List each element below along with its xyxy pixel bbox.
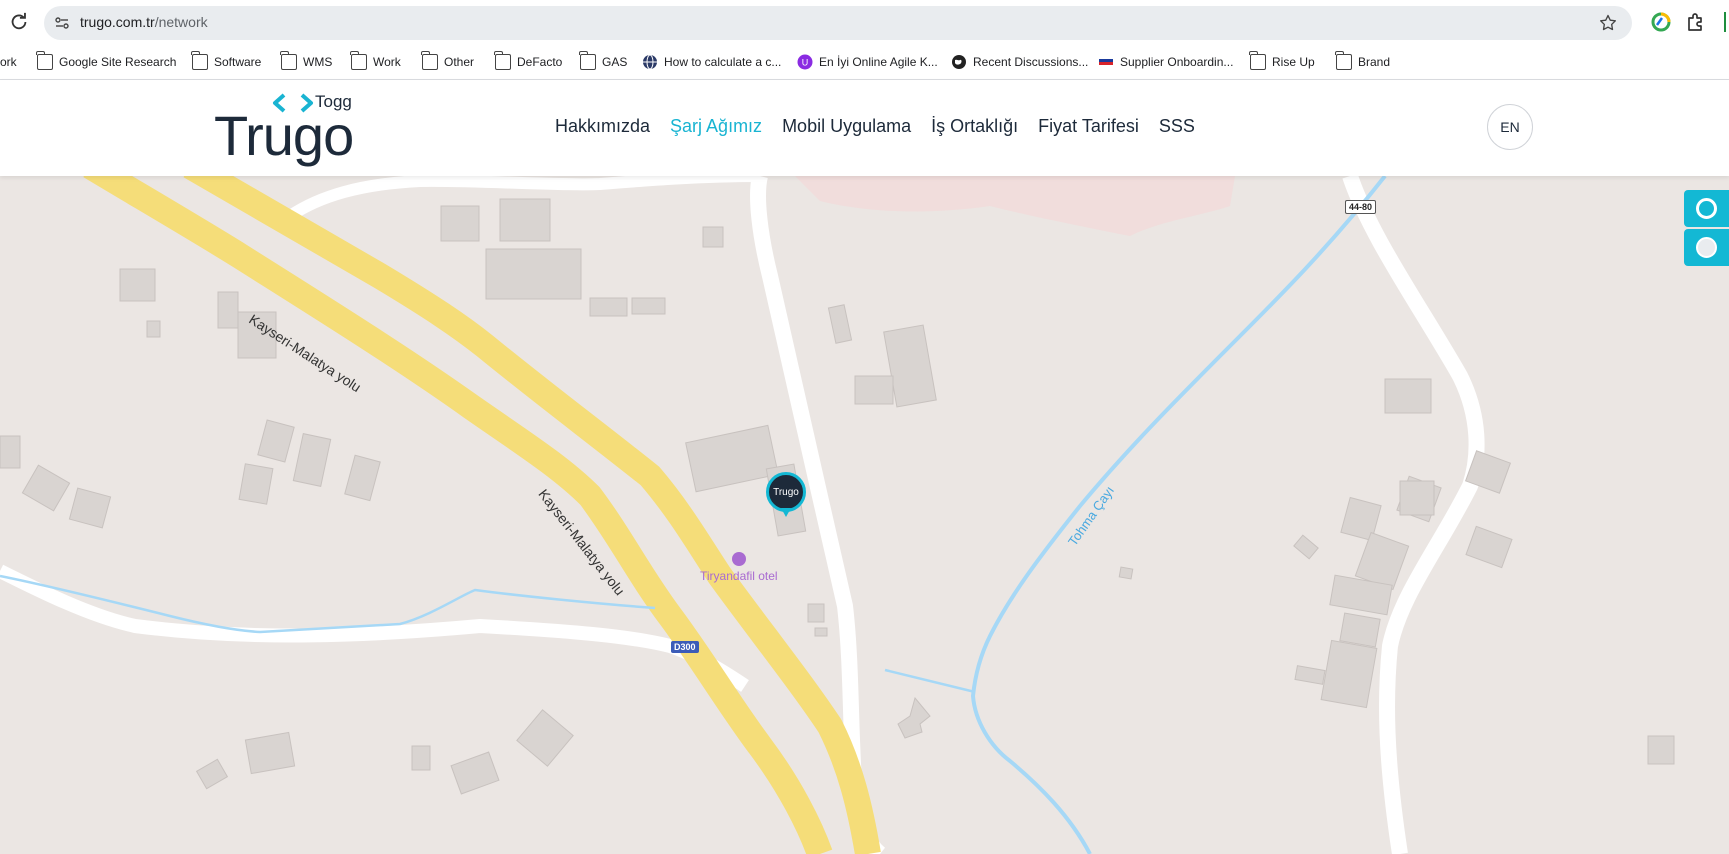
bookmark-ork[interactable]: ork bbox=[0, 52, 17, 72]
globe-icon bbox=[952, 55, 966, 69]
road-shield-4480: 44-80 bbox=[1345, 200, 1377, 214]
map-canvas bbox=[0, 176, 1675, 854]
bookmark-gas[interactable]: GAS bbox=[579, 51, 628, 72]
circle-filled-icon bbox=[1696, 237, 1717, 258]
highway bbox=[83, 176, 833, 854]
bookmark-label: En İyi Online Agile K... bbox=[819, 55, 938, 69]
trugo-logo[interactable]: Togg Trugo bbox=[214, 90, 364, 166]
folder-icon bbox=[36, 51, 53, 70]
folder-icon bbox=[579, 51, 596, 70]
charging-network-map[interactable]: Kayseri-Malatya yolu Kayseri-Malatya yol… bbox=[0, 176, 1729, 854]
bookmark-label: GAS bbox=[602, 55, 628, 69]
map-control-button[interactable] bbox=[1684, 190, 1729, 227]
nav-sss[interactable]: SSS bbox=[1159, 116, 1195, 137]
bookmark-brand[interactable]: Brand bbox=[1335, 51, 1391, 72]
charging-station-marker[interactable]: Trugo bbox=[766, 472, 806, 518]
globe-icon bbox=[643, 54, 657, 70]
poi-label[interactable]: Tiryandafil otel bbox=[700, 569, 778, 583]
pink-area bbox=[795, 176, 1235, 236]
extensions-puzzle-icon[interactable] bbox=[1686, 12, 1706, 32]
stream bbox=[0, 574, 656, 634]
main-nav: Hakkımızda Şarj Ağımız Mobil Uygulama İş… bbox=[555, 116, 1215, 137]
bookmark-work[interactable]: Work bbox=[350, 51, 401, 72]
profile-indicator bbox=[1724, 12, 1726, 32]
bookmark-label: How to calculate a c... bbox=[664, 55, 782, 69]
svg-text:U: U bbox=[802, 58, 809, 68]
logo-trugo: Trugo bbox=[214, 104, 354, 167]
folder-icon bbox=[280, 51, 297, 70]
marker-pin-icon: Trugo bbox=[766, 472, 806, 512]
circle-outline-icon bbox=[1696, 198, 1717, 219]
bookmark-en-iyi-online-agile[interactable]: U En İyi Online Agile K... bbox=[797, 52, 938, 72]
nav-fiyat-tarifesi[interactable]: Fiyat Tarifesi bbox=[1038, 116, 1139, 137]
nav-mobil-uygulama[interactable]: Mobil Uygulama bbox=[782, 116, 911, 137]
stream bbox=[884, 668, 976, 694]
flag-icon bbox=[1099, 59, 1113, 65]
minor-road bbox=[0, 564, 749, 692]
bookmark-recent-discussions[interactable]: Recent Discussions... bbox=[951, 52, 1088, 72]
nav-is-ortakligi[interactable]: İş Ortaklığı bbox=[931, 116, 1018, 137]
bookmark-label: DeFacto bbox=[517, 55, 563, 69]
bookmark-wms[interactable]: WMS bbox=[280, 51, 333, 72]
nav-hakkimizda[interactable]: Hakkımızda bbox=[555, 116, 650, 137]
folder-icon bbox=[1249, 51, 1266, 70]
bookmark-rise-up[interactable]: Rise Up bbox=[1249, 51, 1315, 72]
bookmark-supplier-onboarding[interactable]: Supplier Onboardin... bbox=[1098, 52, 1233, 72]
map-control-button[interactable] bbox=[1684, 229, 1729, 266]
bookmarks-bar: ork Google Site Research Software WMS Wo… bbox=[0, 45, 1729, 80]
hotel-icon[interactable] bbox=[732, 552, 746, 566]
river bbox=[970, 176, 1387, 854]
marker-label: Trugo bbox=[773, 486, 799, 498]
bookmark-label: Google Site Research bbox=[59, 55, 177, 69]
bookmark-how-to-calculate[interactable]: How to calculate a c... bbox=[642, 52, 781, 72]
url-text[interactable]: trugo.com.tr/network bbox=[80, 14, 208, 30]
folder-icon bbox=[494, 51, 511, 70]
bookmark-star-icon[interactable] bbox=[1598, 13, 1618, 33]
bookmark-label: Supplier Onboardin... bbox=[1120, 55, 1234, 69]
extension-color-icon[interactable] bbox=[1651, 12, 1671, 32]
site-info-icon[interactable] bbox=[54, 15, 70, 31]
bookmark-label: Work bbox=[373, 55, 401, 69]
url-host: trugo.com.tr bbox=[80, 14, 155, 30]
bookmark-label: Brand bbox=[1358, 55, 1391, 69]
bookmark-label: Software bbox=[214, 55, 262, 69]
language-button[interactable]: EN bbox=[1487, 104, 1533, 150]
browser-toolbar: trugo.com.tr/network bbox=[0, 0, 1729, 45]
marker-tip bbox=[781, 508, 791, 517]
folder-icon bbox=[421, 51, 438, 70]
bookmark-google-site-research[interactable]: Google Site Research bbox=[36, 51, 177, 72]
folder-icon bbox=[1335, 51, 1352, 70]
folder-icon bbox=[350, 51, 367, 70]
site-header: Togg Trugo Hakkımızda Şarj Ağımız Mobil … bbox=[0, 80, 1729, 176]
url-path: /network bbox=[154, 14, 208, 30]
bookmark-label: ork bbox=[0, 55, 17, 69]
road-shield-d300: D300 bbox=[671, 641, 699, 653]
bookmark-label: Other bbox=[444, 55, 475, 69]
bookmark-defacto[interactable]: DeFacto bbox=[494, 51, 563, 72]
folder-icon bbox=[191, 51, 208, 70]
bookmark-software[interactable]: Software bbox=[191, 51, 262, 72]
buildings bbox=[0, 198, 1675, 795]
address-bar[interactable]: trugo.com.tr/network bbox=[44, 6, 1632, 40]
bookmark-label: Recent Discussions... bbox=[973, 55, 1089, 69]
bookmark-label: Rise Up bbox=[1272, 55, 1315, 69]
site-icon: U bbox=[797, 54, 813, 70]
map-side-controls bbox=[1684, 190, 1729, 268]
bookmark-other[interactable]: Other bbox=[421, 51, 475, 72]
reload-icon[interactable] bbox=[8, 11, 30, 33]
bookmark-label: WMS bbox=[303, 55, 333, 69]
nav-sarj-agimiz[interactable]: Şarj Ağımız bbox=[670, 116, 762, 137]
